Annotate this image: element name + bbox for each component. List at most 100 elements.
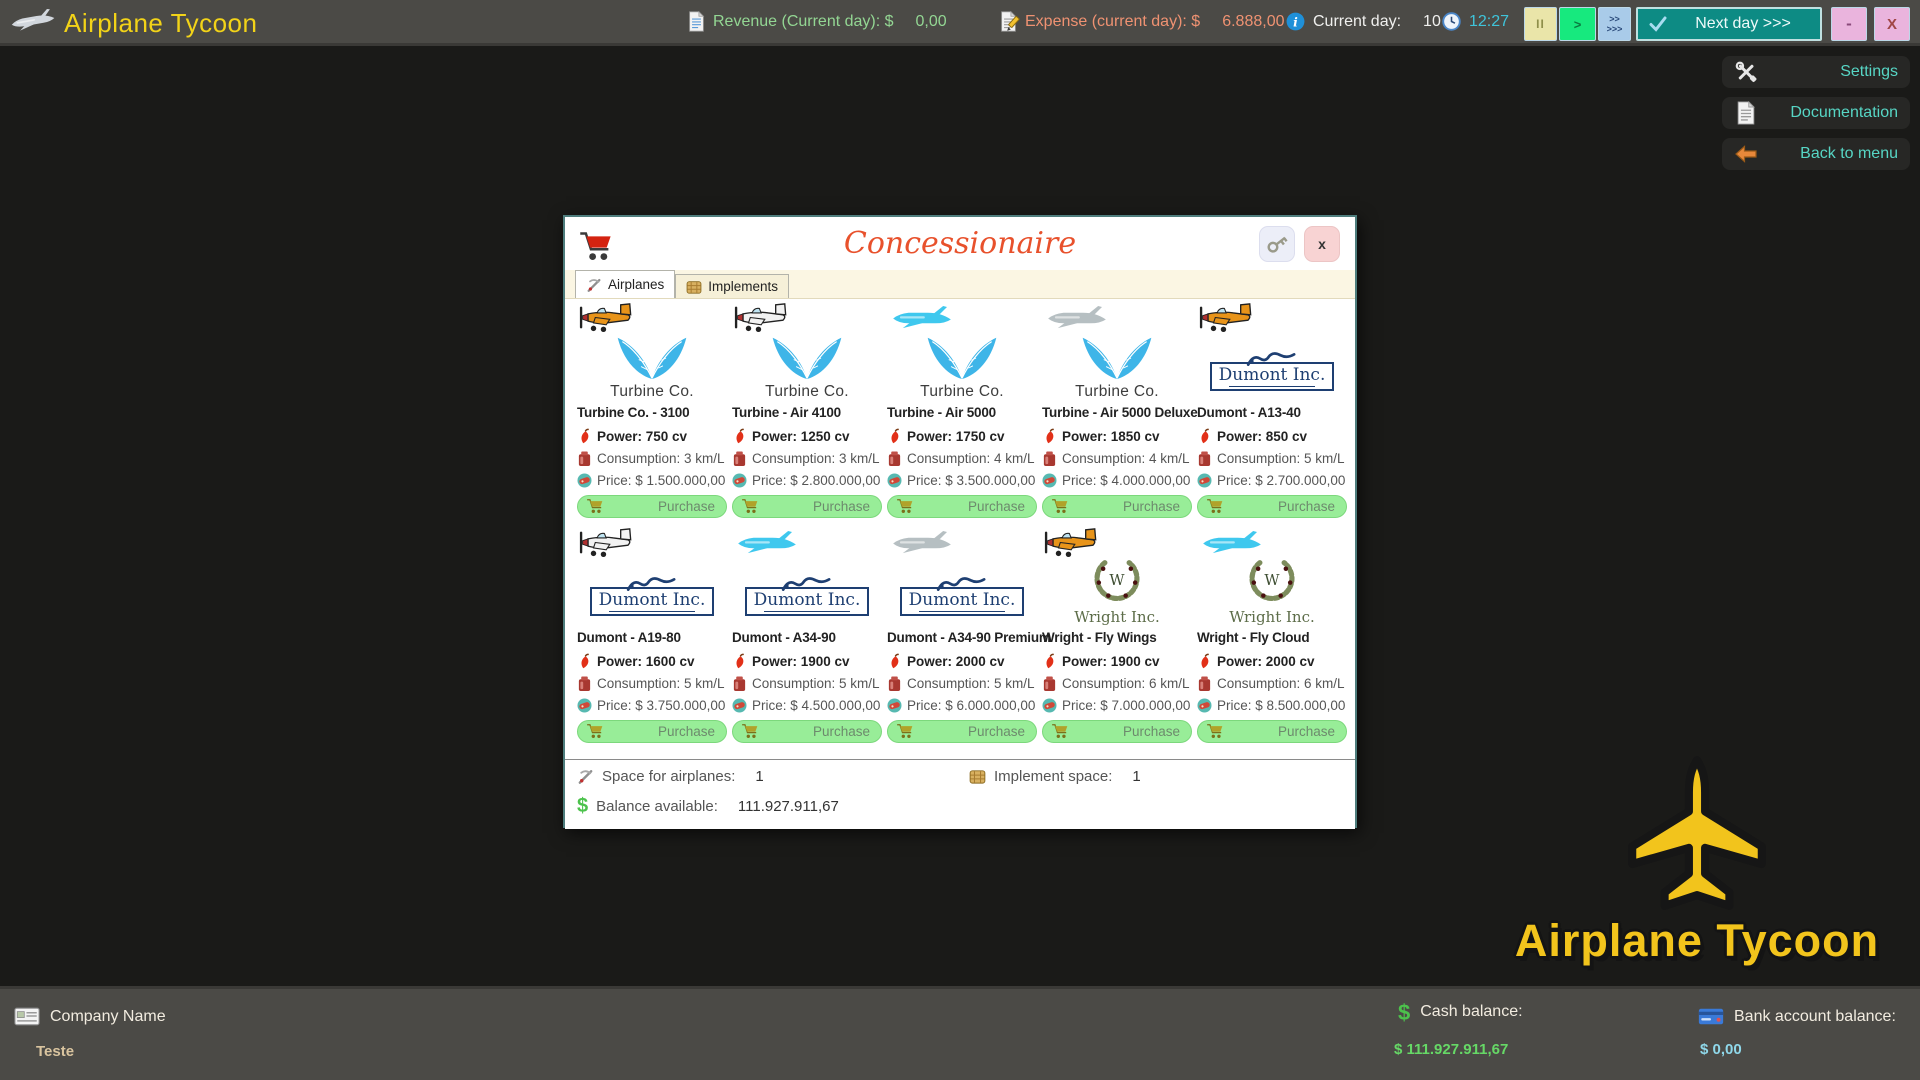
airplane-name: Turbine - Air 5000 Deluxe — [1042, 405, 1192, 425]
current-day-label: Current day: — [1313, 13, 1401, 31]
bank-balance-readout: Bank account balance: — [1698, 1007, 1896, 1026]
power-stat: Power: 2000 cv — [887, 650, 1037, 672]
airplane-thumbnail-icon — [579, 301, 637, 334]
fast-forward-button[interactable]: >> >>> — [1598, 7, 1631, 41]
price-text: Price: $ 3.750.000,00 — [597, 698, 725, 713]
airplane-name: Wright - Fly Wings — [1042, 630, 1192, 650]
fuel-icon — [1197, 450, 1212, 467]
fuel-icon — [1042, 450, 1057, 467]
airplane-name: Dumont - A34-90 Premium — [887, 630, 1037, 650]
consumption-stat: Consumption: 3 km/L — [577, 447, 727, 469]
price-icon — [732, 697, 747, 714]
back-to-menu-button[interactable]: Back to menu — [1722, 138, 1910, 170]
balance-available-readout: $ Balance available: 111.927.911,67 — [577, 798, 839, 815]
fuel-icon — [577, 450, 592, 467]
purchase-button[interactable]: Purchase — [1197, 495, 1347, 518]
close-label: X — [1887, 16, 1897, 33]
id-card-icon — [14, 1007, 40, 1026]
tab-airplanes[interactable]: Airplanes — [575, 270, 675, 298]
consumption-text: Consumption: 6 km/L — [1062, 676, 1190, 691]
power-icon — [1197, 428, 1212, 445]
app-title: Airplane Tycoon — [64, 8, 257, 39]
tab-implements[interactable]: Implements — [675, 274, 789, 298]
brand-logo: Dumont Inc. Dumont Inc. — [732, 546, 882, 626]
company-name-value: Teste — [36, 1043, 74, 1060]
purchase-label: Purchase — [968, 499, 1025, 514]
purchase-button[interactable]: Purchase — [1042, 720, 1192, 743]
power-icon — [1042, 428, 1057, 445]
consumption-text: Consumption: 6 km/L — [1217, 676, 1345, 691]
airplane-thumbnail-icon — [579, 526, 637, 559]
dialog-title: Concessionaire — [565, 226, 1355, 261]
airplane-image: Turbine Co. Turbine Co. — [732, 301, 882, 401]
price-icon — [1042, 472, 1057, 489]
dumont-wave-icon — [779, 576, 835, 593]
purchase-button[interactable]: Purchase — [732, 720, 882, 743]
brand-caption: Turbine Co. — [1075, 383, 1159, 401]
purchase-label: Purchase — [1123, 499, 1180, 514]
minimize-window-button[interactable]: - — [1831, 7, 1867, 41]
power-icon — [887, 428, 902, 445]
price-stat: Price: $ 4.000.000,00 — [1042, 469, 1192, 491]
price-icon — [1042, 697, 1057, 714]
purchase-button[interactable]: Purchase — [732, 495, 882, 518]
airplane-thumbnail-icon — [736, 531, 798, 556]
consumption-text: Consumption: 4 km/L — [1062, 451, 1190, 466]
space-for-airplanes-label: Space for airplanes: — [602, 768, 735, 785]
cart-icon — [1051, 498, 1069, 515]
expense-document-icon — [1000, 11, 1017, 32]
time-value: 12:27 — [1469, 13, 1509, 31]
revenue-label: Revenue (Current day): $ — [713, 13, 894, 31]
key-button[interactable] — [1259, 226, 1295, 262]
bank-balance-label: Bank account balance: — [1734, 1008, 1896, 1026]
dollar-icon: $ — [577, 798, 588, 815]
purchase-button[interactable]: Purchase — [1042, 495, 1192, 518]
app-logo-plane-icon — [8, 4, 58, 38]
pause-button[interactable]: II — [1524, 7, 1557, 41]
dialog-footer: Space for airplanes: 1 Implement space: … — [565, 759, 1355, 829]
airplane-image: Wright Inc. Wright Inc. — [1197, 526, 1347, 626]
bank-balance-value: $ 0,00 — [1700, 1041, 1742, 1058]
price-text: Price: $ 2.700.000,00 — [1217, 473, 1345, 488]
revenue-readout: Revenue (Current day): $ 0,00 — [688, 0, 947, 43]
purchase-button[interactable]: Purchase — [887, 495, 1037, 518]
settings-button[interactable]: Settings — [1722, 56, 1910, 88]
purchase-button[interactable]: Purchase — [577, 495, 727, 518]
price-stat: Price: $ 7.000.000,00 — [1042, 694, 1192, 716]
price-stat: Price: $ 2.800.000,00 — [732, 469, 882, 491]
propeller-plane-icon — [577, 768, 594, 785]
dialog-close-button[interactable]: x — [1304, 226, 1340, 262]
next-day-label: Next day >>> — [1676, 15, 1810, 33]
airplane-thumbnail-icon — [1046, 306, 1108, 331]
fuel-icon — [732, 675, 747, 692]
airplane-image: Dumont Inc. Dumont Inc. — [1197, 301, 1347, 401]
consumption-stat: Consumption: 3 km/L — [732, 447, 882, 469]
price-text: Price: $ 3.500.000,00 — [907, 473, 1035, 488]
purchase-button[interactable]: Purchase — [887, 720, 1037, 743]
expense-readout: Expense (current day): $ 6.888,00 — [1000, 0, 1284, 43]
airplane-image: Turbine Co. Turbine Co. — [1042, 301, 1192, 401]
airplane-card: Dumont Inc. Dumont Inc. Dumont - A34-90 … — [732, 526, 882, 743]
power-stat: Power: 2000 cv — [1197, 650, 1347, 672]
play-button[interactable]: > — [1559, 7, 1596, 41]
power-stat: Power: 1900 cv — [732, 650, 882, 672]
fuel-icon — [887, 675, 902, 692]
price-stat: Price: $ 3.500.000,00 — [887, 469, 1037, 491]
purchase-button[interactable]: Purchase — [577, 720, 727, 743]
purchase-button[interactable]: Purchase — [1197, 720, 1347, 743]
power-icon — [577, 653, 592, 670]
clock-readout: 12:27 — [1442, 0, 1509, 43]
close-window-button[interactable]: X — [1874, 7, 1910, 41]
airplane-card: Turbine Co. Turbine Co. Turbine Co. - 31… — [577, 301, 727, 518]
game-logo-title: Airplane Tycoon — [1496, 915, 1898, 967]
credit-card-icon — [1698, 1007, 1724, 1026]
consumption-stat: Consumption: 6 km/L — [1042, 672, 1192, 694]
power-icon — [732, 653, 747, 670]
consumption-stat: Consumption: 5 km/L — [887, 672, 1037, 694]
price-stat: Price: $ 3.750.000,00 — [577, 694, 727, 716]
power-stat: Power: 1750 cv — [887, 425, 1037, 447]
fuel-icon — [887, 450, 902, 467]
documentation-button[interactable]: Documentation — [1722, 97, 1910, 129]
current-day-readout: Current day: 10 — [1286, 0, 1441, 43]
next-day-button[interactable]: Next day >>> — [1636, 7, 1822, 41]
